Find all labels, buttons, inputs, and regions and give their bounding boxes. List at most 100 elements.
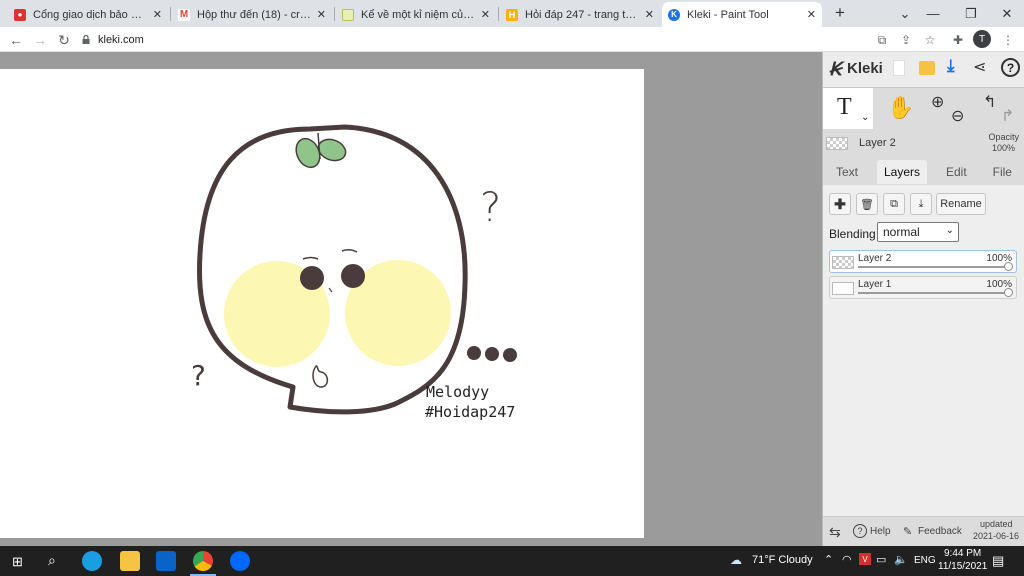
- help-circle-icon[interactable]: ?: [853, 524, 867, 538]
- close-icon[interactable]: ✕: [317, 8, 326, 21]
- chevron-down-icon[interactable]: ⌄: [861, 112, 869, 123]
- layer-opacity-slider[interactable]: [858, 262, 1013, 271]
- help-icon[interactable]: ?: [1001, 58, 1020, 77]
- close-icon[interactable]: ✕: [481, 8, 490, 21]
- close-icon[interactable]: ✕: [807, 8, 816, 21]
- help-link[interactable]: Help: [870, 526, 891, 537]
- tool-row: T ⌄ ✋ ⊕ ⊖ ↰ ↱: [823, 87, 1024, 129]
- layer-row[interactable]: Layer 2 100%: [829, 250, 1017, 273]
- weather-text[interactable]: 71°F Cloudy: [752, 554, 813, 566]
- opacity-value: 100%: [991, 143, 1015, 153]
- tab-divider: [498, 7, 499, 21]
- slider-handle[interactable]: [1004, 262, 1013, 271]
- volume-icon[interactable]: 🔈: [894, 553, 908, 566]
- profile-avatar[interactable]: T: [973, 30, 991, 48]
- language-indicator[interactable]: ENG: [914, 555, 936, 566]
- file-explorer-icon[interactable]: [120, 551, 140, 571]
- layer-opacity-slider[interactable]: [858, 288, 1013, 297]
- translate-icon[interactable]: ⧉: [872, 30, 892, 50]
- new-tab-button[interactable]: +: [830, 3, 850, 23]
- network-icon[interactable]: ▭: [876, 553, 886, 566]
- tab-hoidap[interactable]: H Hỏi đáp 247 - trang tra loi ✕: [500, 2, 660, 27]
- browser-toolbar: ← → ↻ kleki.com ⧉ ⇪ ☆ ✚ T ⋮: [0, 27, 1024, 52]
- trash-icon: 🗑: [860, 198, 874, 211]
- notification-icon[interactable]: ▤: [992, 553, 1004, 569]
- minimize-icon[interactable]: —: [914, 0, 952, 27]
- zoom-out-icon[interactable]: ⊖: [951, 106, 964, 126]
- address-bar[interactable]: kleki.com: [82, 30, 862, 49]
- tab-edit[interactable]: Edit: [939, 160, 974, 184]
- maximize-icon[interactable]: ❐: [952, 0, 990, 27]
- clock-time[interactable]: 9:44 PM: [944, 548, 981, 559]
- document-favicon-icon: [342, 8, 354, 21]
- share-icon[interactable]: ⋖: [973, 57, 986, 77]
- kleki-logo-icon: Ꞣ: [829, 59, 841, 79]
- zoom-in-icon[interactable]: ⊕: [931, 92, 944, 112]
- feedback-link[interactable]: Feedback: [918, 526, 962, 537]
- window-close-icon[interactable]: ✕: [988, 0, 1024, 27]
- layer-row[interactable]: Layer 1 100%: [829, 276, 1017, 299]
- close-icon[interactable]: ✕: [153, 8, 162, 21]
- layer-name: Layer 1: [858, 279, 892, 290]
- reload-icon[interactable]: ↻: [54, 30, 74, 50]
- tab-text[interactable]: Text: [829, 160, 865, 184]
- zalo-icon[interactable]: [230, 551, 250, 571]
- new-image-icon[interactable]: [893, 60, 905, 76]
- chrome-icon[interactable]: [193, 551, 213, 571]
- mail-app-icon[interactable]: [156, 551, 176, 571]
- tab-layers[interactable]: Layers: [876, 160, 927, 184]
- redo-icon[interactable]: ↱: [1001, 106, 1014, 126]
- duplicate-layer-button[interactable]: ⧉: [883, 193, 905, 215]
- hand-tool-icon[interactable]: ✋: [887, 95, 914, 121]
- clock-date[interactable]: 11/15/2021: [938, 561, 987, 572]
- undo-icon[interactable]: ↰: [983, 92, 996, 112]
- updated-date: 2021-06-16: [973, 531, 1020, 541]
- tab-ke-ve[interactable]: Kể về một kỉ niệm của bản thân ✕: [336, 2, 496, 27]
- search-icon[interactable]: ⌕: [48, 552, 56, 569]
- mouth: [312, 365, 329, 388]
- open-folder-icon[interactable]: [919, 61, 935, 75]
- wifi-icon[interactable]: ◠: [842, 553, 852, 566]
- blending-select[interactable]: normal ⌄: [877, 222, 959, 242]
- browser-menu-icon[interactable]: ⋮: [998, 30, 1018, 50]
- kleki-side-panel: Ꞣ Kleki ⤓ ⋖ ? T ⌄ ✋ ⊕ ⊖ ↰ ↱ Layer 2 Opac…: [822, 52, 1024, 546]
- text-tool-button[interactable]: T ⌄: [823, 88, 873, 129]
- gmail-icon: M: [178, 8, 190, 21]
- blending-value: normal: [883, 225, 920, 239]
- current-layer-name: Layer 2: [859, 137, 896, 149]
- tab-divider: [334, 7, 335, 21]
- extensions-puzzle-icon[interactable]: ✚: [948, 30, 968, 50]
- slider-handle[interactable]: [1004, 288, 1013, 297]
- leaf-right: [317, 138, 347, 162]
- merge-layer-button[interactable]: ⤓: [910, 193, 932, 215]
- edge-icon[interactable]: [82, 551, 102, 571]
- drawing-canvas[interactable]: ? ? Melodyy #Hoidap247: [0, 69, 644, 538]
- feedback-icon[interactable]: ✎: [903, 525, 912, 538]
- bookmark-star-icon[interactable]: ☆: [920, 30, 940, 50]
- tab-bhxh[interactable]: ● Cổng giao dịch bảo hiểm xã hội ✕: [8, 2, 168, 27]
- tab-file[interactable]: File: [986, 160, 1019, 184]
- question-mark-right: ?: [480, 185, 502, 231]
- antivirus-icon[interactable]: V: [859, 553, 871, 565]
- plus-icon: ✚: [834, 195, 846, 212]
- tab-kleki[interactable]: K Kleki - Paint Tool ✕: [662, 2, 822, 27]
- swap-side-icon[interactable]: ⇆: [829, 524, 841, 541]
- windows-start-icon[interactable]: ⊞: [12, 554, 23, 570]
- forward-arrow-icon[interactable]: →: [30, 30, 50, 50]
- layer-thumbnail: [832, 256, 854, 269]
- share-page-icon[interactable]: ⇪: [896, 30, 916, 50]
- back-arrow-icon[interactable]: ←: [6, 30, 26, 50]
- delete-layer-button[interactable]: 🗑: [856, 193, 878, 215]
- close-icon[interactable]: ✕: [645, 8, 654, 21]
- left-eyebrow: [302, 256, 319, 260]
- tab-title: Kleki - Paint Tool: [687, 8, 769, 21]
- add-layer-button[interactable]: ✚: [829, 193, 851, 215]
- lock-icon: [82, 35, 90, 44]
- kleki-header: Ꞣ Kleki ⤓ ⋖ ?: [823, 52, 1024, 87]
- tab-gmail[interactable]: M Hộp thư đến (18) - cratashane ✕: [172, 2, 332, 27]
- opacity-label: Opacity: [988, 132, 1019, 142]
- download-icon[interactable]: ⤓: [947, 56, 955, 76]
- drawing-illustration: [197, 124, 517, 415]
- rename-layer-button[interactable]: Rename: [936, 193, 986, 215]
- chevron-up-icon[interactable]: ⌃: [824, 553, 833, 566]
